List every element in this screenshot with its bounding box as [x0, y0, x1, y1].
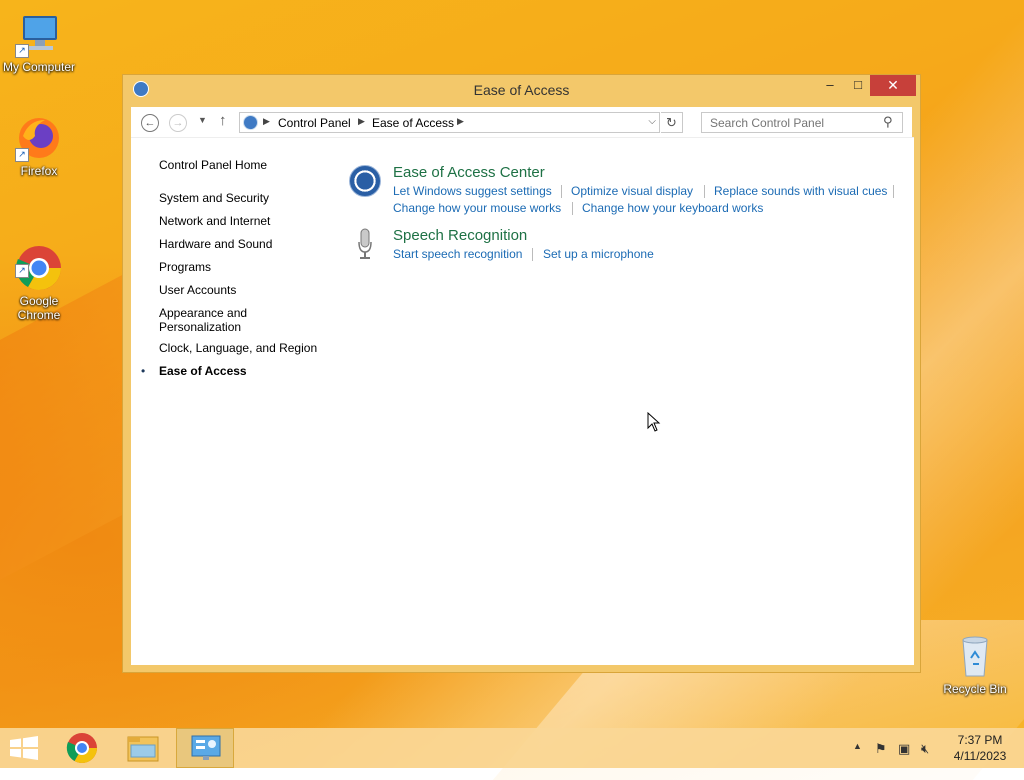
sidebar-item-clock-language-region[interactable]: Clock, Language, and Region: [159, 341, 339, 355]
recent-pages-dropdown[interactable]: ▼: [198, 115, 207, 125]
system-clock[interactable]: 7:37 PM 4/11/2023: [944, 732, 1016, 764]
chevron-right-icon[interactable]: ▶: [457, 116, 464, 127]
taskbar-file-explorer-button[interactable]: [114, 728, 172, 768]
windows-logo-icon: [10, 736, 38, 760]
maximize-button[interactable]: □: [843, 75, 873, 96]
ease-of-access-icon: [349, 165, 381, 197]
shortcut-arrow-icon: ↗: [15, 44, 29, 58]
desktop-icon-label: Recycle Bin: [943, 682, 1007, 696]
sidebar-item-ease-of-access[interactable]: Ease of Access: [159, 364, 339, 378]
start-speech-recognition-link[interactable]: Start speech recognition: [393, 247, 522, 261]
recycle-bin-icon: [951, 632, 999, 680]
address-toolbar: ← → ▼ ↑ ▶ Control Panel ▶ Ease of Access…: [131, 107, 912, 137]
optimize-visual-display-link[interactable]: Optimize visual display: [571, 184, 693, 198]
chrome-icon: [66, 733, 97, 764]
firefox-icon: ↗: [15, 114, 63, 162]
shortcut-arrow-icon: ↗: [15, 148, 29, 162]
up-button[interactable]: ↑: [219, 112, 227, 129]
active-indicator-icon: •: [141, 364, 146, 378]
sidebar-item-programs[interactable]: Programs: [159, 260, 339, 274]
back-button[interactable]: ←: [141, 114, 159, 132]
desktop-icon-label: Google Chrome: [17, 294, 61, 322]
link-separator: [704, 185, 705, 198]
sidebar-item-system-and-security[interactable]: System and Security: [159, 191, 339, 205]
desktop-icon-label: My Computer: [2, 60, 76, 74]
chevron-right-icon[interactable]: ▶: [263, 116, 270, 127]
taskbar: ▲ ⚑ ▣ 🔇︎ 7:37 PM 4/11/2023: [0, 728, 1024, 768]
shortcut-arrow-icon: ↗: [15, 264, 29, 278]
mouse-cursor-icon: [647, 411, 661, 435]
clock-time: 7:37 PM: [957, 733, 1003, 747]
link-separator: [893, 185, 894, 198]
control-panel-icon: [243, 115, 258, 130]
clock-date: 4/11/2023: [953, 749, 1007, 763]
desktop-icon-firefox[interactable]: ↗ Firefox: [0, 114, 78, 178]
let-windows-suggest-settings-link[interactable]: Let Windows suggest settings: [393, 184, 552, 198]
taskbar-control-panel-button[interactable]: [176, 728, 234, 768]
desktop-icon-google-chrome[interactable]: ↗ Google Chrome: [0, 216, 78, 322]
sidebar-item-hardware-and-sound[interactable]: Hardware and Sound: [159, 237, 339, 251]
breadcrumb-ease-of-access[interactable]: Ease of Access: [372, 116, 454, 130]
sidebar-item-user-accounts[interactable]: User Accounts: [159, 283, 339, 297]
desktop-icon-recycle-bin[interactable]: Recycle Bin: [936, 632, 1014, 696]
title-bar[interactable]: Ease of Access – □ ✕: [123, 75, 920, 103]
forward-button[interactable]: →: [169, 114, 187, 132]
chrome-icon: ↗: [15, 230, 63, 290]
folder-icon: [127, 736, 159, 762]
sidebar-item-control-panel-home[interactable]: Control Panel Home: [159, 158, 339, 172]
control-panel-icon: [191, 735, 221, 760]
set-up-microphone-link[interactable]: Set up a microphone: [543, 247, 654, 261]
link-separator: [572, 202, 573, 215]
volume-muted-icon[interactable]: 🔇︎: [921, 741, 929, 757]
minimize-button[interactable]: –: [815, 75, 845, 96]
speech-recognition-title[interactable]: Speech Recognition: [393, 227, 527, 244]
breadcrumb-control-panel[interactable]: Control Panel: [278, 116, 351, 130]
ease-of-access-center-title[interactable]: Ease of Access Center: [393, 164, 545, 181]
sidebar-item-network-and-internet[interactable]: Network and Internet: [159, 214, 339, 228]
replace-sounds-link[interactable]: Replace sounds with visual cues: [714, 184, 887, 198]
content-pane: Control Panel Home System and Security N…: [131, 137, 914, 665]
computer-icon: ↗: [15, 10, 63, 58]
action-center-flag-icon[interactable]: ⚑: [875, 741, 887, 757]
sidebar-item-appearance-and-personalization[interactable]: Appearance and Personalization: [159, 306, 269, 334]
network-icon[interactable]: ▣: [898, 741, 910, 757]
close-button[interactable]: ✕: [870, 75, 916, 96]
taskbar-chrome-button[interactable]: [55, 728, 113, 768]
refresh-button[interactable]: ↻: [661, 112, 683, 133]
chevron-down-icon[interactable]: ⌵: [648, 116, 656, 127]
microphone-icon: [357, 228, 373, 260]
desktop-icon-my-computer[interactable]: ↗ My Computer: [0, 10, 78, 74]
link-separator: [561, 185, 562, 198]
chevron-right-icon[interactable]: ▶: [358, 116, 365, 127]
search-input[interactable]: [701, 112, 903, 133]
search-icon[interactable]: ⚲: [883, 114, 893, 130]
desktop-icon-label: Firefox: [20, 164, 58, 178]
address-bar[interactable]: ▶ Control Panel ▶ Ease of Access ▶ ⌵: [239, 112, 660, 133]
show-hidden-icons-icon[interactable]: ▲: [853, 741, 862, 751]
start-button[interactable]: [0, 728, 58, 768]
link-separator: [532, 248, 533, 261]
change-keyboard-link[interactable]: Change how your keyboard works: [582, 201, 763, 215]
control-panel-window: Ease of Access – □ ✕ ← → ▼ ↑ ▶ Control P…: [122, 74, 921, 673]
change-mouse-link[interactable]: Change how your mouse works: [393, 201, 561, 215]
window-title: Ease of Access: [473, 82, 570, 98]
